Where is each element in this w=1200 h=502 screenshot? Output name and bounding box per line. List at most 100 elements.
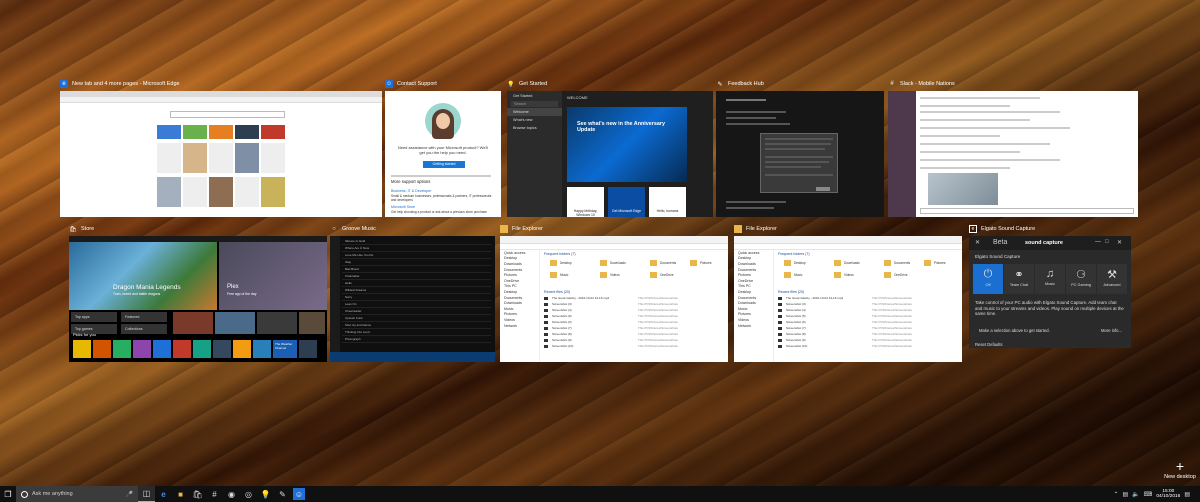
- new-desktop-button[interactable]: + New desktop: [1162, 459, 1198, 482]
- hero-banner[interactable]: [567, 107, 687, 182]
- slack-icon[interactable]: #: [206, 486, 223, 502]
- file-row[interactable]: Screenshot (7): [786, 326, 806, 330]
- track-row[interactable]: Uptown Funk: [342, 315, 491, 322]
- recent-files-heading[interactable]: Recent files (20): [544, 290, 570, 294]
- menu-item-browse-topics[interactable]: Browse topics: [507, 124, 562, 132]
- keyboard-icon[interactable]: ⌨: [1144, 491, 1153, 498]
- file-explorer-icon[interactable]: ■: [172, 486, 189, 502]
- track-row[interactable]: Stay: [342, 259, 491, 266]
- track-row[interactable]: Shut Up and Dance: [342, 322, 491, 329]
- menu-item-whats-new[interactable]: What's new: [507, 116, 562, 124]
- close-icon[interactable]: ✕: [1117, 239, 1122, 246]
- window-file-explorer-1[interactable]: File Explorer Quick access Desktop Downl…: [500, 222, 728, 362]
- file-row[interactable]: Screenshot (5): [552, 314, 572, 318]
- volume-icon[interactable]: 🔈: [1132, 491, 1139, 498]
- action-center-icon[interactable]: ▤: [1184, 491, 1190, 498]
- business-link[interactable]: Business, IT & Developer: [391, 189, 431, 193]
- folder-icon[interactable]: [550, 272, 557, 278]
- file-row[interactable]: The Great Gatsby - 2016-10-04 13-16.mp4: [786, 296, 843, 300]
- getting-started-button[interactable]: Getting started: [423, 161, 465, 168]
- track-row[interactable]: Love Me Like You Do: [342, 252, 491, 259]
- network-icon[interactable]: ▤: [1122, 491, 1128, 498]
- nav-item[interactable]: Network: [734, 323, 773, 329]
- track-row[interactable]: Cheerleader: [342, 308, 491, 315]
- folder-icon[interactable]: [690, 260, 697, 266]
- folder-icon[interactable]: [884, 260, 891, 266]
- track-row[interactable]: Photograph: [342, 336, 491, 343]
- store-icon[interactable]: 🛍: [189, 486, 206, 502]
- elgato-icon[interactable]: ◎: [240, 486, 257, 502]
- folder-icon[interactable]: [834, 272, 841, 278]
- folder-icon[interactable]: [650, 272, 657, 278]
- folder-icon[interactable]: [784, 260, 791, 266]
- folder-icon[interactable]: [650, 260, 657, 266]
- feedback-icon[interactable]: ✎: [274, 486, 291, 502]
- folder-icon[interactable]: [784, 272, 791, 278]
- window-contact-support[interactable]: ☺ Contact Support Need assistance with y…: [385, 77, 501, 217]
- window-feedback-hub[interactable]: ✎ Feedback Hub: [716, 77, 884, 217]
- folder-icon[interactable]: [600, 260, 607, 266]
- track-row[interactable]: Sorry: [342, 294, 491, 301]
- card-humans[interactable]: Hello, humans: [649, 187, 686, 217]
- track-row[interactable]: Where Are Ü Now: [342, 245, 491, 252]
- nav-item[interactable]: Network: [500, 323, 539, 329]
- menu-item-welcome[interactable]: Welcome: [507, 108, 562, 116]
- file-row[interactable]: Screenshot (5): [786, 314, 806, 318]
- window-elgato-sound-capture[interactable]: e Elgato Sound Capture ✕ Beta sound capt…: [969, 222, 1131, 348]
- file-row[interactable]: Screenshot (9): [552, 338, 572, 342]
- featured-tile[interactable]: [219, 242, 327, 310]
- file-row[interactable]: The Great Gatsby - 2016-10-04 13-16.mp4: [552, 296, 609, 300]
- tile-music[interactable]: ♫ Music: [1035, 264, 1065, 294]
- collections-button[interactable]: Collections: [121, 324, 167, 334]
- chevron-up-icon[interactable]: ⌃: [1113, 491, 1118, 498]
- ok-button[interactable]: [816, 187, 830, 191]
- maximize-icon[interactable]: □: [1105, 239, 1109, 245]
- file-row[interactable]: Screenshot (10): [552, 344, 573, 348]
- tile-team-chat[interactable]: ⚭ Team Chat: [1004, 264, 1034, 294]
- cortana-search-box[interactable]: Ask me anything 🎤: [16, 486, 138, 502]
- track-row[interactable]: Wildest Dreams: [342, 287, 491, 294]
- file-row[interactable]: Screenshot (9): [786, 338, 806, 342]
- folder-icon[interactable]: [924, 260, 931, 266]
- frequent-folders-heading[interactable]: Frequent folders (7): [778, 252, 810, 256]
- track-row[interactable]: Chandelier: [342, 273, 491, 280]
- featured-button[interactable]: Featured: [121, 312, 167, 322]
- track-row[interactable]: Thinking Out Loud: [342, 329, 491, 336]
- recent-files-heading[interactable]: Recent files (20): [778, 290, 804, 294]
- reset-defaults-button[interactable]: Reset Defaults: [975, 342, 1002, 347]
- task-view-icon[interactable]: ◫: [138, 486, 155, 502]
- window-store[interactable]: 🛍 Store Dragon Mania Legends Train, bree…: [69, 222, 327, 362]
- hero-banner[interactable]: [69, 242, 217, 310]
- window-edge[interactable]: e New tab and 4 more pages - Microsoft E…: [60, 77, 382, 217]
- search-box[interactable]: Search: [511, 101, 558, 107]
- frequent-folders-heading[interactable]: Frequent folders (7): [544, 252, 576, 256]
- microphone-icon[interactable]: 🎤: [126, 491, 133, 498]
- clock[interactable]: 15:00 04/10/2016: [1156, 489, 1180, 500]
- file-row[interactable]: Screenshot (8): [786, 332, 806, 336]
- store-link[interactable]: Microsoft Store: [391, 205, 415, 209]
- folder-icon[interactable]: [884, 272, 891, 278]
- track-row[interactable]: Silence Is Gold: [342, 238, 491, 245]
- file-row[interactable]: Screenshot (3): [552, 302, 572, 306]
- edge-icon[interactable]: e: [155, 486, 172, 502]
- file-row[interactable]: Screenshot (3): [786, 302, 806, 306]
- track-row[interactable]: Bad Blood: [342, 266, 491, 273]
- file-row[interactable]: Screenshot (8): [552, 332, 572, 336]
- file-row[interactable]: Screenshot (6): [552, 320, 572, 324]
- lightbulb-icon[interactable]: 💡: [257, 486, 274, 502]
- settings-icon[interactable]: ✕: [975, 239, 980, 246]
- tile-off[interactable]: ⏻ Off: [973, 264, 1003, 294]
- more-info-link[interactable]: More info...: [1101, 328, 1122, 333]
- track-row[interactable]: Lean On: [342, 301, 491, 308]
- window-groove-music[interactable]: ○ Groove Music Silence Is Gold Where Are…: [330, 222, 495, 362]
- file-row[interactable]: Screenshot (4): [552, 308, 572, 312]
- file-row[interactable]: Screenshot (4): [786, 308, 806, 312]
- window-slack[interactable]: # Slack - Mobile Nations: [888, 77, 1138, 217]
- file-row[interactable]: Screenshot (10): [786, 344, 807, 348]
- tile-advanced[interactable]: ⚒ Advanced: [1097, 264, 1127, 294]
- file-row[interactable]: Screenshot (6): [786, 320, 806, 324]
- folder-icon[interactable]: [834, 260, 841, 266]
- folder-icon[interactable]: [550, 260, 557, 266]
- now-playing-bar[interactable]: [330, 352, 495, 362]
- groove-music-icon[interactable]: ◉: [223, 486, 240, 502]
